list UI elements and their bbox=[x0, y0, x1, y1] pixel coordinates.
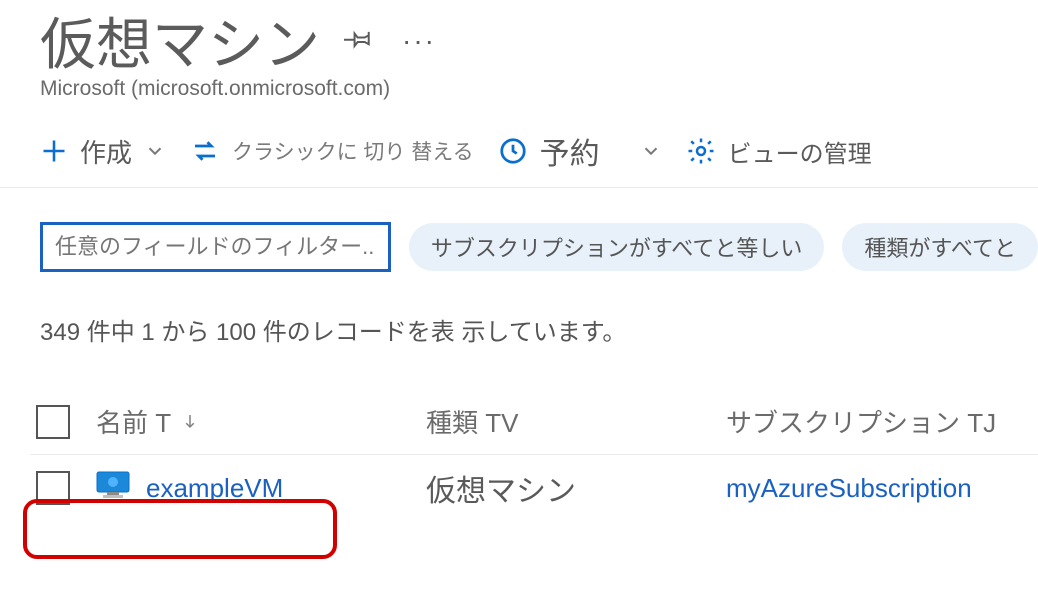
switch-classic-button[interactable]: クラシックに 切り 替える bbox=[190, 136, 474, 166]
filter-pill-subscription[interactable]: サブスクリプションがすべてと等しい bbox=[409, 223, 825, 271]
reservation-button[interactable]: 予約 bbox=[498, 129, 662, 173]
page-title: 仮想マシン bbox=[40, 0, 320, 81]
row-name-cell[interactable]: exampleVM bbox=[96, 471, 426, 506]
filter-pill-type[interactable]: 種類がすべてと bbox=[842, 223, 1038, 271]
row-name: exampleVM bbox=[146, 473, 283, 504]
chevron-down-icon bbox=[640, 140, 662, 162]
row-checkbox[interactable] bbox=[36, 471, 70, 505]
switch-classic-label: クラシックに 切り 替える bbox=[232, 136, 474, 166]
clock-icon bbox=[498, 136, 528, 166]
column-subscription[interactable]: サブスクリプション TJ bbox=[726, 403, 1038, 440]
column-type-label: 種類 TV bbox=[426, 408, 518, 438]
column-name[interactable]: 名前 T bbox=[96, 403, 426, 440]
vm-table: 名前 T 種類 TV サブスクリプション TJ examp bbox=[0, 389, 1038, 521]
tenant-label: Microsoft (microsoft.onmicrosoft.com) bbox=[40, 77, 1038, 101]
toolbar: 作成 クラシックに 切り 替える 予約 ビューの管理 bbox=[0, 101, 1038, 188]
title-row: 仮想マシン ··· bbox=[40, 0, 1038, 81]
view-manage-label: ビューの管理 bbox=[728, 134, 872, 169]
sort-down-icon bbox=[181, 406, 199, 437]
more-icon[interactable]: ··· bbox=[402, 27, 436, 55]
gear-icon bbox=[686, 136, 716, 166]
page-header: 仮想マシン ··· Microsoft (microsoft.onmicroso… bbox=[0, 0, 1038, 101]
row-type: 仮想マシン bbox=[426, 466, 726, 510]
table-header: 名前 T 種類 TV サブスクリプション TJ bbox=[30, 389, 1038, 455]
swap-icon bbox=[190, 136, 220, 166]
create-button[interactable]: 作成 bbox=[40, 133, 166, 170]
chevron-down-icon bbox=[144, 140, 166, 162]
record-count: 349 件中 1 から 100 件のレコードを表 示しています。 bbox=[0, 272, 1038, 347]
filter-row: サブスクリプションがすべてと等しい 種類がすべてと bbox=[0, 188, 1038, 272]
column-subscription-label: サブスクリプション TJ bbox=[726, 408, 996, 438]
reservation-label: 予約 bbox=[540, 129, 600, 173]
vm-icon bbox=[96, 471, 130, 506]
create-label: 作成 bbox=[80, 133, 132, 170]
filter-input[interactable] bbox=[40, 222, 391, 272]
filter-pill-type-label: 種類がすべてと bbox=[864, 231, 1016, 263]
pin-icon[interactable] bbox=[344, 23, 374, 58]
plus-icon bbox=[40, 137, 68, 165]
column-name-label: 名前 T bbox=[96, 403, 171, 440]
filter-pill-subscription-label: サブスクリプションがすべてと等しい bbox=[431, 231, 803, 263]
select-all-checkbox[interactable] bbox=[36, 405, 70, 439]
view-manage-button[interactable]: ビューの管理 bbox=[686, 134, 872, 169]
row-subscription[interactable]: myAzureSubscription bbox=[726, 473, 1038, 504]
table-row[interactable]: exampleVM 仮想マシン myAzureSubscription bbox=[30, 455, 1038, 521]
column-type[interactable]: 種類 TV bbox=[426, 403, 726, 440]
